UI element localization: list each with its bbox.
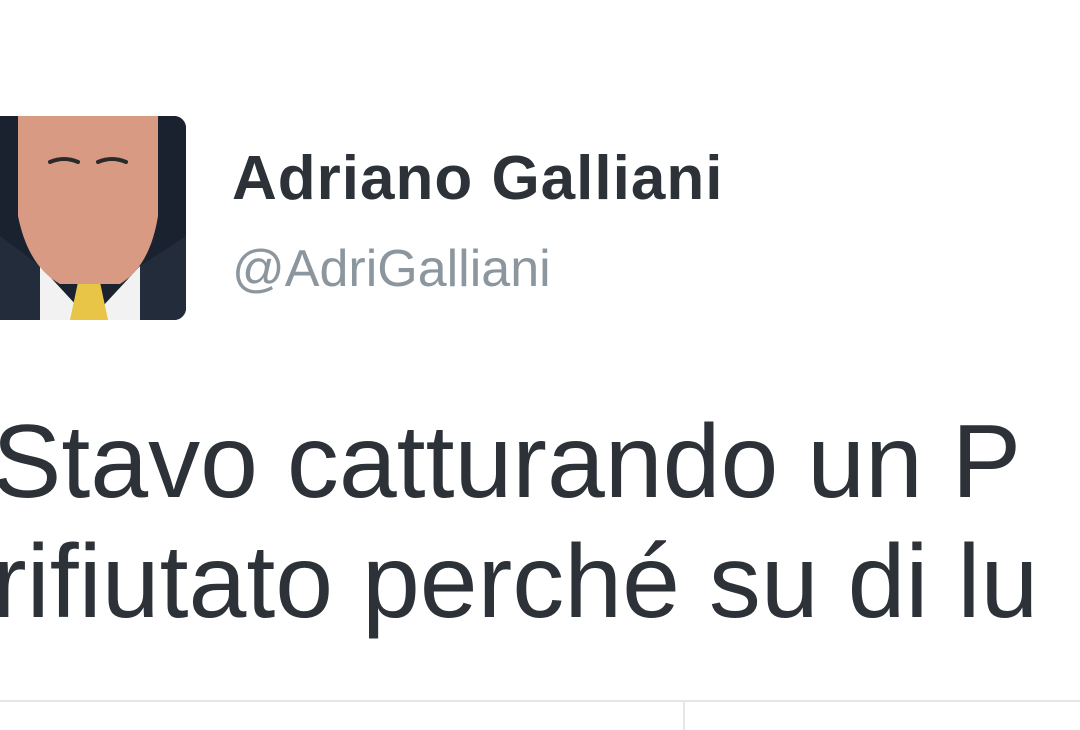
divider — [0, 700, 1080, 702]
tweet-text: Stavo catturando un P rifiutato perché s… — [0, 402, 1080, 662]
portrait-avatar-icon — [0, 116, 186, 320]
author-handle[interactable]: @AdriGalliani — [232, 243, 551, 295]
tweet-text-line: rifiutato perché su di lu — [0, 524, 1039, 640]
author-display-name[interactable]: Adriano Galliani — [232, 148, 723, 210]
divider-tick — [683, 702, 685, 730]
avatar[interactable] — [0, 116, 186, 320]
tweet-card: Adriano Galliani @AdriGalliani Stavo cat… — [0, 0, 1080, 730]
tweet-text-line: Stavo catturando un P — [0, 404, 1022, 520]
